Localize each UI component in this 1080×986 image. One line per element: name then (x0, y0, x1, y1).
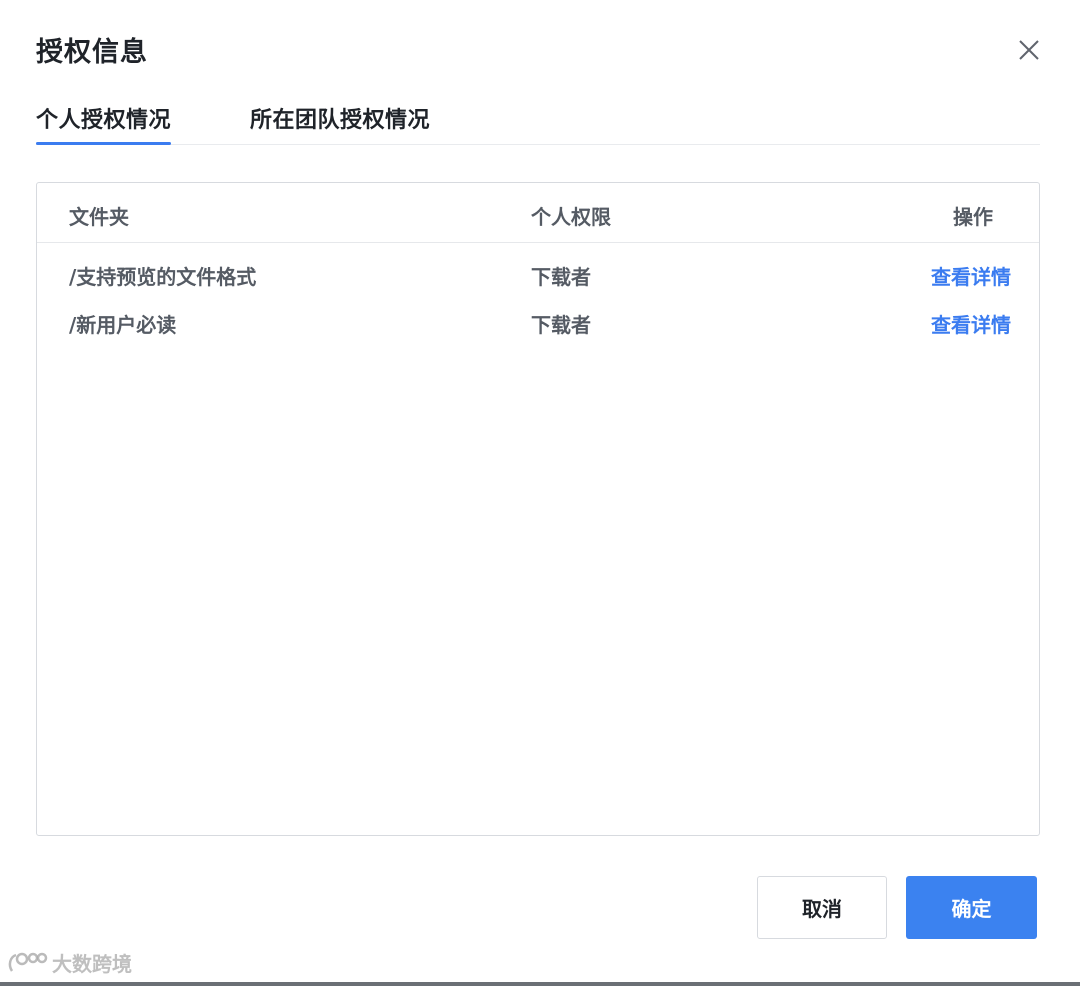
tab-bar: 个人授权情况 所在团队授权情况 (36, 96, 1040, 145)
dialog-title: 授权信息 (36, 37, 148, 68)
permission-value: 下载者 (531, 265, 591, 289)
authorization-table: 文件夹 个人权限 操作 /支持预览的文件格式 下载者 查看详情 /新用户必读 下… (36, 182, 1040, 836)
watermark-logo-icon (8, 952, 48, 972)
permission-value: 下载者 (531, 313, 591, 337)
table-row: /新用户必读 下载者 查看详情 (37, 305, 1039, 349)
column-header-folder: 文件夹 (69, 205, 129, 229)
bottom-divider (0, 982, 1080, 986)
tab-team-authorization[interactable]: 所在团队授权情况 (250, 102, 430, 142)
view-details-link[interactable]: 查看详情 (931, 309, 1011, 338)
watermark-text: 大数跨境 (52, 952, 132, 976)
column-header-action: 操作 (953, 205, 993, 229)
watermark: 大数跨境 (6, 948, 132, 977)
column-header-permission: 个人权限 (531, 205, 611, 229)
close-icon[interactable] (1012, 33, 1046, 67)
table-row: /支持预览的文件格式 下载者 查看详情 (37, 257, 1039, 301)
cancel-button[interactable]: 取消 (757, 876, 887, 939)
table-header: 文件夹 个人权限 操作 (37, 183, 1039, 243)
folder-name: /支持预览的文件格式 (69, 265, 257, 289)
folder-name: /新用户必读 (69, 313, 177, 337)
confirm-button[interactable]: 确定 (906, 876, 1037, 939)
view-details-link[interactable]: 查看详情 (931, 261, 1011, 290)
authorization-dialog: 授权信息 个人授权情况 所在团队授权情况 文件夹 个人权限 操作 /支持预览的文… (0, 0, 1080, 986)
tab-personal-authorization[interactable]: 个人授权情况 (36, 102, 172, 145)
